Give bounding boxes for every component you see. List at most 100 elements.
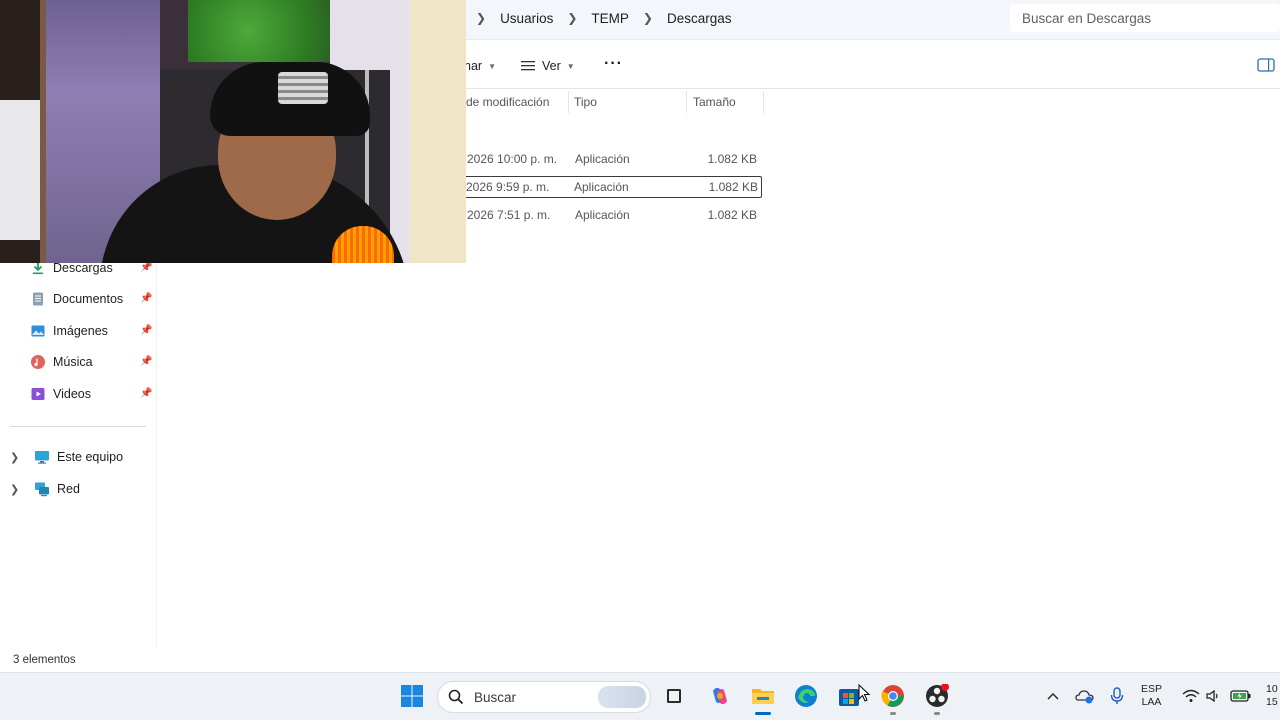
item-count-status: 3 elementos [13,654,76,666]
file-explorer-button[interactable] [750,683,776,715]
pin-icon: 📌 [140,325,153,336]
sort-button[interactable]: nar ▼ [464,55,496,77]
file-row-selected[interactable]: 2026 9:59 p. m. Aplicación 1.082 KB [458,176,762,198]
file-size: 1.082 KB [707,152,757,166]
column-divider[interactable] [686,91,687,113]
speaker-icon [1206,689,1218,703]
sidebar-item-label: Videos [53,387,91,401]
file-size: 1.082 KB [707,208,757,222]
webcam-poster [410,0,466,263]
sort-button-label: nar [464,59,483,73]
active-app-indicator [755,712,771,715]
video-icon [31,388,45,400]
breadcrumb-item-descargas[interactable]: Descargas [659,7,740,30]
chevron-up-icon [1047,693,1059,700]
file-type: Aplicación [575,208,630,222]
copilot-icon [713,687,727,705]
column-header-modified[interactable]: de modificación [466,95,549,109]
search-input[interactable]: Buscar en Descargas [1010,4,1280,32]
obs-button[interactable] [924,683,950,715]
file-type: Aplicación [575,152,630,166]
sidebar-item-videos[interactable]: Videos [30,383,91,405]
breadcrumb-item-temp[interactable]: TEMP [583,7,637,30]
language-code: ESP [1141,683,1163,695]
system-clock[interactable]: 10 15 [1266,683,1278,709]
input-language-indicator[interactable]: ESP LAA [1141,683,1162,709]
sidebar-item-label: Red [57,482,80,496]
sidebar-item-musica[interactable]: Música [30,351,93,373]
view-button[interactable]: Ver ▼ [520,55,575,77]
microphone-button[interactable] [1104,683,1130,709]
file-modified: 2026 9:59 p. m. [466,180,550,194]
sidebar-item-label: Imágenes [53,324,108,338]
chevron-right-icon[interactable]: ❯ [637,11,659,25]
chevron-down-icon: ▼ [566,61,575,71]
view-list-icon [521,61,535,71]
computer-icon [35,451,49,464]
task-view-icon [667,689,681,703]
running-app-indicator [890,712,896,715]
sidebar-item-label: Documentos [53,292,124,306]
sidebar-item-este-equipo[interactable]: Este equipo [34,446,123,468]
expand-chevron-icon[interactable]: ❯ [10,483,19,496]
image-icon [31,325,45,337]
taskbar: Buscar ESP LAA 10 15 [0,672,1280,720]
music-icon [31,355,45,369]
start-button[interactable] [399,683,425,709]
microphone-icon [1110,687,1124,704]
task-view-button[interactable] [661,683,687,709]
column-header-type[interactable]: Tipo [574,95,597,109]
file-row[interactable]: 2026 7:51 p. m. Aplicación 1.082 KB [466,204,762,226]
more-options-button[interactable]: ··· [604,55,623,73]
battery-button[interactable] [1228,683,1254,709]
document-icon [33,292,43,306]
edge-icon [795,685,817,707]
sidebar-item-label: Música [53,355,93,369]
details-pane-icon[interactable] [1257,58,1275,72]
chevron-right-icon[interactable]: ❯ [561,11,583,25]
file-row[interactable]: 2026 10:00 p. m. Aplicación 1.082 KB [466,148,762,170]
edge-button[interactable] [793,683,819,709]
copilot-button[interactable] [707,683,733,709]
chevron-down-icon: ▼ [488,61,496,71]
search-icon [448,689,464,705]
mouse-cursor-icon [858,684,870,702]
file-modified: 2026 7:51 p. m. [467,208,551,222]
start-icon [401,685,423,707]
volume-button[interactable] [1200,683,1226,709]
sidebar-item-red[interactable]: Red [34,478,80,500]
chrome-icon [881,685,904,707]
chevron-right-icon[interactable]: ❯ [470,11,492,25]
taskbar-search[interactable]: Buscar [437,681,651,713]
column-headers: de modificación Tipo Tamaño [466,89,766,115]
view-button-label: Ver [542,59,561,73]
taskbar-search-label: Buscar [474,689,517,705]
pin-icon: 📌 [140,388,153,399]
column-divider[interactable] [763,91,764,113]
breadcrumb: ❯ Usuarios ❯ TEMP ❯ Descargas [470,0,740,36]
onedrive-button[interactable] [1072,683,1098,709]
sidebar-item-documentos[interactable]: Documentos [30,288,123,310]
battery-charging-icon [1230,690,1251,702]
webcam-cap-flag-patch [278,72,328,104]
keyboard-layout: LAA [1141,696,1162,708]
breadcrumb-item-usuarios[interactable]: Usuarios [492,7,561,30]
obs-icon [926,684,949,707]
expand-chevron-icon[interactable]: ❯ [10,451,19,464]
sidebar-item-label: Este equipo [57,450,124,464]
search-placeholder: Buscar en Descargas [1022,10,1152,26]
wifi-icon [1182,689,1200,702]
clock-time: 10 [1266,683,1278,695]
show-hidden-icons-button[interactable] [1040,683,1066,709]
clock-date: 15 [1266,696,1278,708]
file-explorer-icon [752,689,774,704]
column-header-size[interactable]: Tamaño [693,95,736,109]
sidebar-item-imagenes[interactable]: Imágenes [30,320,108,342]
column-divider[interactable] [568,91,569,113]
pin-icon: 📌 [140,356,153,367]
network-icon [35,482,49,497]
chrome-button[interactable] [880,683,906,715]
file-type: Aplicación [574,180,629,194]
webcam-overlay [0,0,466,263]
webcam-whiteboard [0,100,42,240]
